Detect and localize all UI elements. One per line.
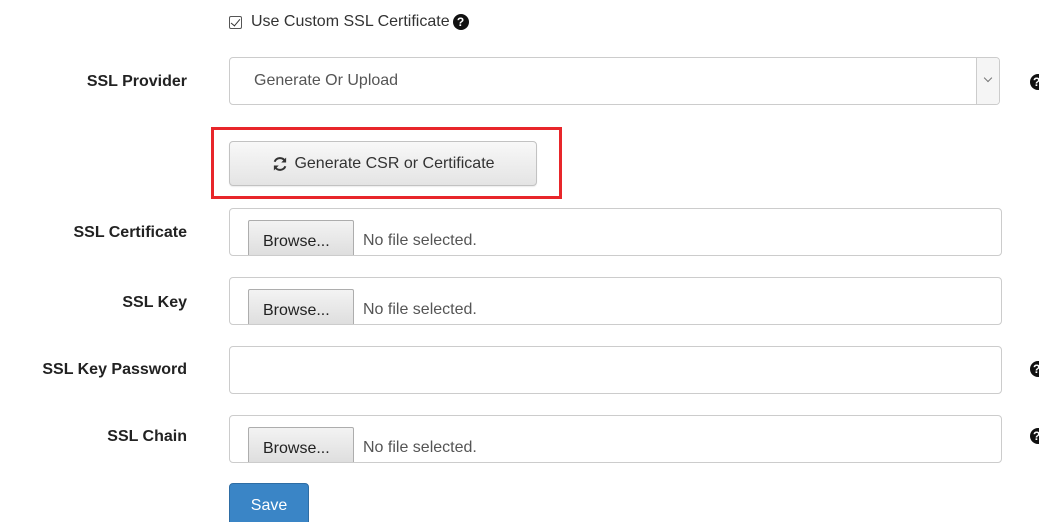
ssl-certificate-browse-button[interactable]: Browse...	[248, 220, 354, 255]
generate-csr-button[interactable]: Generate CSR or Certificate	[229, 141, 537, 186]
ssl-chain-label: SSL Chain	[107, 428, 187, 445]
ssl-key-password-input[interactable]	[229, 346, 1002, 394]
ssl-key-file-status: No file selected.	[363, 301, 477, 318]
custom-ssl-checkbox-row[interactable]: Use Custom SSL Certificate ?	[229, 12, 469, 32]
ssl-certificate-label: SSL Certificate	[73, 224, 187, 241]
ssl-chain-file-input[interactable]: Browse... No file selected.	[229, 415, 1002, 463]
ssl-provider-selected-value: Generate Or Upload	[254, 72, 399, 89]
question-circle-icon[interactable]: ?	[452, 14, 469, 30]
question-circle-icon[interactable]: ?	[1030, 428, 1039, 444]
custom-ssl-label: Use Custom SSL Certificate	[251, 13, 450, 30]
ssl-key-file-input[interactable]: Browse... No file selected.	[229, 277, 1002, 325]
ssl-key-password-label: SSL Key Password	[42, 361, 187, 378]
ssl-settings-form: Use Custom SSL Certificate ? SSL Provide…	[0, 0, 1039, 522]
ssl-provider-select[interactable]: Generate Or Upload	[229, 57, 1000, 105]
custom-ssl-checkbox[interactable]	[229, 15, 242, 29]
chevron-down-icon[interactable]	[976, 58, 999, 104]
ssl-provider-label: SSL Provider	[86, 73, 187, 90]
generate-csr-label: Generate CSR or Certificate	[294, 154, 495, 172]
question-circle-icon[interactable]: ?	[1030, 361, 1039, 377]
ssl-chain-file-status: No file selected.	[363, 439, 477, 456]
refresh-icon	[274, 156, 287, 171]
save-button[interactable]: Save	[229, 483, 309, 522]
ssl-chain-browse-button[interactable]: Browse...	[248, 427, 354, 462]
question-circle-icon[interactable]: ?	[1030, 74, 1039, 90]
ssl-certificate-file-input[interactable]: Browse... No file selected.	[229, 208, 1002, 256]
ssl-certificate-file-status: No file selected.	[363, 232, 477, 249]
ssl-key-browse-button[interactable]: Browse...	[248, 289, 354, 324]
ssl-key-label: SSL Key	[122, 294, 187, 311]
